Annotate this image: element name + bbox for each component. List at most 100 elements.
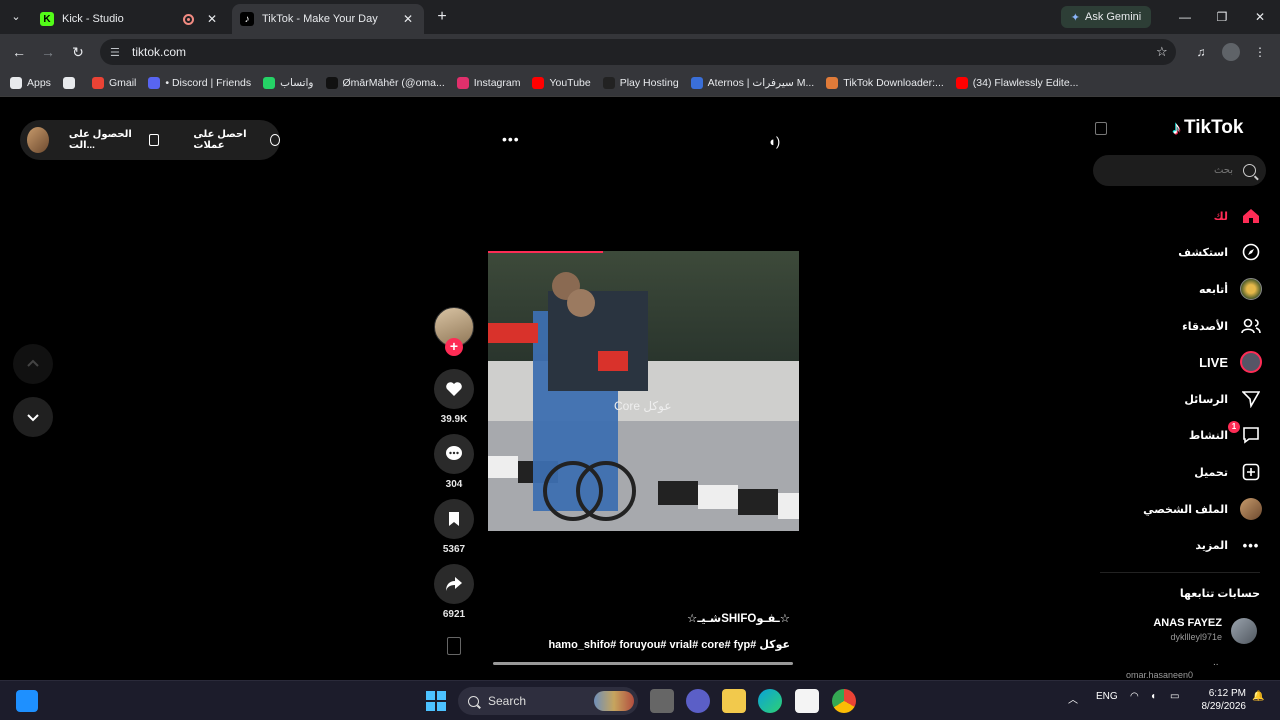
bookmark-item[interactable]: TikTok Downloader:... [826, 77, 944, 89]
bookmark-item[interactable]: واتساب [263, 77, 314, 89]
bookmark-item[interactable]: Gmail [91, 77, 136, 89]
previous-video-button[interactable] [13, 344, 53, 384]
next-video-button[interactable] [13, 397, 53, 437]
address-bar[interactable]: ☰ tiktok.com ☆ [100, 39, 1176, 65]
get-app-link[interactable]: الحصول على الت... [69, 129, 160, 151]
bookmark-item[interactable]: Play Hosting [602, 77, 679, 89]
teams-icon[interactable] [686, 689, 710, 713]
tab-search-chevron-icon[interactable]: ⌄ [6, 8, 26, 26]
back-icon[interactable]: ← [10, 43, 28, 61]
sidebar-item[interactable]: استكشف [1100, 237, 1262, 267]
tab-tiktok[interactable]: ♪ TikTok - Make Your Day ✕ [232, 4, 424, 34]
tiktok-logo[interactable]: ♪ TikTok [1172, 117, 1243, 139]
account-username[interactable]: omar.hasaneen0 [1100, 670, 1193, 680]
share-icon [446, 577, 462, 591]
tiktok-icon [325, 77, 338, 89]
close-tab-icon[interactable]: ✕ [400, 12, 416, 26]
search-input[interactable]: بحث [1093, 155, 1266, 186]
forward-icon[interactable]: → [39, 43, 57, 61]
friends-icon [1240, 315, 1262, 337]
close-window-icon[interactable]: ✕ [1245, 8, 1275, 26]
wifi-icon[interactable]: ◠ [1130, 691, 1139, 702]
tab-kick-studio[interactable]: K Kick - Studio ✕ [32, 4, 228, 34]
kebab-menu-icon[interactable]: ⋮ [1251, 43, 1269, 61]
logo-text: TikTok [1184, 117, 1244, 138]
site-settings-icon[interactable]: ☰ [110, 46, 124, 59]
video-hashtags[interactable]: hamo_shifo# foruyou# vrial# core# fyp# ع… [500, 638, 790, 651]
sidebar-item[interactable]: النشاط 1 [1100, 420, 1262, 450]
coin-icon [269, 134, 280, 146]
notification-bell-icon[interactable]: 🔔 [1252, 691, 1264, 702]
coins-promo-bar: الحصول على الت... احصل على عملات [20, 120, 280, 160]
sidebar-item[interactable]: تحميل [1100, 457, 1262, 487]
collapse-sidebar-icon[interactable] [1095, 122, 1107, 135]
edge-icon[interactable] [758, 689, 782, 713]
music-disc-icon[interactable] [447, 637, 461, 655]
chrome-icon[interactable] [832, 689, 856, 713]
phone-icon [149, 134, 160, 146]
minimize-icon[interactable]: — [1170, 8, 1200, 26]
like-button[interactable] [434, 369, 474, 409]
restore-icon[interactable]: ❐ [1207, 8, 1237, 26]
browser-toolbar: ← → ↻ ☰ tiktok.com ☆ ♫ ⋮ [0, 34, 1280, 70]
notification-badge: 1 [1228, 421, 1240, 433]
video-progress-bar[interactable] [488, 251, 603, 253]
clock[interactable]: 6:12 PM 8/29/2026 [1196, 687, 1247, 713]
date: 8/29/2026 [1201, 701, 1247, 712]
volume-tray-icon[interactable]: ◖ [1150, 691, 1156, 702]
language-indicator[interactable]: ENG [1096, 691, 1118, 702]
sidebar-item[interactable]: الرسائل [1100, 384, 1262, 414]
account-avatar [1231, 618, 1257, 644]
share-button[interactable] [434, 564, 474, 604]
bookmark-label: واتساب [280, 77, 314, 89]
profile-icon[interactable] [1222, 43, 1240, 61]
reload-icon[interactable]: ↻ [69, 43, 87, 61]
widgets-icon[interactable] [16, 690, 38, 712]
ask-gemini-button[interactable]: ✦ Ask Gemini [1061, 6, 1151, 28]
bookmark-item[interactable]: YouTube [532, 77, 591, 89]
bookmark-item[interactable]: • Discord | Friends [148, 77, 251, 89]
close-tab-icon[interactable]: ✕ [204, 12, 220, 26]
sidebar-item[interactable]: المزيد ••• [1100, 530, 1262, 560]
bookmark-star-icon[interactable]: ☆ [1156, 44, 1176, 60]
bookmark-item[interactable]: Instagram [456, 77, 520, 89]
more-icon: ••• [1242, 537, 1260, 553]
youtube-icon [955, 77, 968, 89]
follow-plus-button[interactable]: + [445, 338, 463, 356]
comment-button[interactable] [434, 434, 474, 474]
task-view-icon[interactable] [650, 689, 674, 713]
new-tab-button[interactable]: + [432, 8, 452, 28]
video-title: ☆شـيـSHIFOـفـو☆ [687, 613, 790, 625]
file-explorer-icon[interactable] [722, 689, 746, 713]
bookmark-item[interactable]: (34) Flawlessly Edite... [955, 77, 1078, 89]
caption-scrollbar[interactable] [493, 662, 793, 665]
bookmark-item[interactable]: Apps [10, 77, 51, 89]
bookmark-item[interactable]: ØmārMāhēr (@oma... [325, 77, 445, 89]
taskbar-search[interactable]: Search [458, 687, 638, 715]
user-avatar[interactable] [27, 127, 49, 153]
media-control-icon[interactable]: ♫ [1192, 43, 1210, 61]
share-count: 6921 [442, 609, 466, 620]
sidebar-item[interactable]: LIVE [1100, 347, 1262, 377]
video-watermark: Core عوكل [614, 399, 672, 413]
windows-start-icon[interactable] [424, 689, 448, 713]
bookmark-item[interactable] [62, 77, 80, 89]
volume-icon[interactable]: ◖) [768, 134, 780, 149]
tray-chevron-icon[interactable]: ︿ [1068, 691, 1078, 706]
battery-icon[interactable]: ▭ [1170, 691, 1179, 702]
save-count: 5367 [442, 544, 466, 555]
bookmark-item[interactable]: Aternos | سيرفرات M... [690, 77, 814, 89]
sidebar-item[interactable]: أتابعه [1100, 274, 1262, 304]
sidebar-item[interactable]: الملف الشخصي [1100, 494, 1262, 524]
bookmark-label: YouTube [549, 77, 591, 89]
save-button[interactable] [434, 499, 474, 539]
gmail-icon [91, 77, 104, 89]
sidebar-item[interactable]: الأصدقاء [1100, 311, 1262, 341]
get-coins-link[interactable]: احصل على عملات [193, 129, 280, 151]
video-player[interactable]: Core عوكل [488, 251, 799, 531]
sidebar-item[interactable]: لك [1100, 201, 1262, 231]
store-icon[interactable] [795, 689, 819, 713]
chevron-up-icon [27, 359, 39, 367]
following-account[interactable]: ANAS FAYEZ dykllleyl971e [1100, 615, 1260, 649]
more-options-icon[interactable]: ••• [502, 131, 520, 147]
